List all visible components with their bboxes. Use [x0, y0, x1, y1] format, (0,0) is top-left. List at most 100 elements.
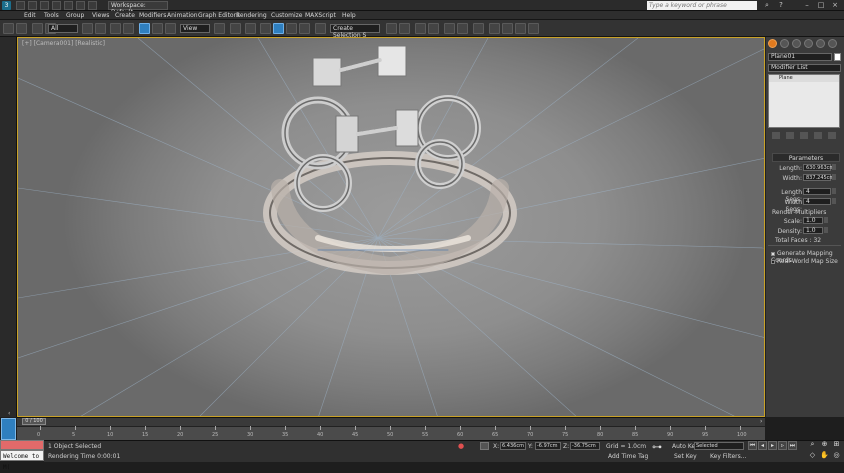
- menu-rendering[interactable]: Rendering: [236, 11, 267, 20]
- width-segs-input[interactable]: 4: [803, 198, 831, 205]
- real-world-checkbox[interactable]: Real-World Map Size: [771, 258, 838, 265]
- add-time-tag[interactable]: Add Time Tag: [608, 453, 648, 460]
- configure-sets-icon[interactable]: [828, 132, 836, 139]
- menu-group[interactable]: Group: [66, 11, 84, 20]
- select-by-name-icon[interactable]: [95, 23, 106, 34]
- redo-icon[interactable]: [64, 1, 73, 10]
- menu-create[interactable]: Create: [115, 11, 135, 20]
- length-segs-input[interactable]: 4: [803, 188, 831, 195]
- pivot-center-icon[interactable]: [214, 23, 225, 34]
- menu-help[interactable]: Help: [342, 11, 356, 20]
- remove-modifier-icon[interactable]: [814, 132, 822, 139]
- maxscript-output-field[interactable]: [0, 440, 44, 450]
- snaps-toggle-icon[interactable]: [260, 23, 271, 34]
- menu-edit[interactable]: Edit: [24, 11, 36, 20]
- checkbox-box[interactable]: [771, 251, 775, 256]
- select-rotate-icon[interactable]: [152, 23, 163, 34]
- key-filters-button[interactable]: Key Filters...: [710, 453, 747, 460]
- window-crossing-icon[interactable]: [123, 23, 134, 34]
- named-selection-set-input[interactable]: Create Selection S: [330, 24, 380, 39]
- width-segs-spinner[interactable]: [832, 198, 836, 204]
- dropdown-icon[interactable]: [88, 1, 97, 10]
- close-button[interactable]: ×: [828, 0, 842, 10]
- time-slider-track[interactable]: [17, 417, 765, 426]
- set-key-button[interactable]: Set Key: [674, 453, 697, 460]
- maxscript-listener-button[interactable]: [1, 418, 16, 440]
- workspace-select[interactable]: Workspace: Default: [108, 1, 168, 16]
- menu-tools[interactable]: Tools: [44, 11, 59, 20]
- slider-next-icon[interactable]: ›: [760, 418, 762, 425]
- percent-snap-icon[interactable]: [286, 23, 297, 34]
- menu-animation[interactable]: Animation: [167, 11, 198, 20]
- menu-maxscript[interactable]: MAXScript: [305, 11, 336, 20]
- new-file-icon[interactable]: [16, 1, 25, 10]
- menu-views[interactable]: Views: [92, 11, 109, 20]
- rect-selection-icon[interactable]: [110, 23, 121, 34]
- save-file-icon[interactable]: [40, 1, 49, 10]
- create-tab-icon[interactable]: [768, 39, 777, 48]
- key-mode-icon[interactable]: ⊶: [652, 442, 666, 456]
- width-spinner[interactable]: [832, 174, 836, 180]
- zoom-icon[interactable]: ⌕: [808, 440, 817, 449]
- layer-manager-icon[interactable]: [415, 23, 426, 34]
- utilities-tab-icon[interactable]: [828, 39, 837, 48]
- scale-input[interactable]: 1.0: [803, 217, 823, 224]
- render-setup-icon[interactable]: [489, 23, 500, 34]
- zoom-extents-icon[interactable]: ⊞: [832, 440, 841, 449]
- keyboard-shortcut-icon[interactable]: [245, 23, 256, 34]
- rendered-frame-icon[interactable]: [502, 23, 513, 34]
- width-input[interactable]: 837.245cm: [803, 174, 834, 181]
- pan-icon[interactable]: ✋: [820, 451, 829, 460]
- play-icon[interactable]: ▸: [768, 441, 777, 450]
- undo-icon[interactable]: [52, 1, 61, 10]
- z-coord-input[interactable]: -36.75cm: [570, 442, 600, 450]
- curve-editor-icon[interactable]: [444, 23, 455, 34]
- orbit-icon[interactable]: ◎: [832, 451, 841, 460]
- scale-spinner[interactable]: [824, 217, 828, 223]
- menu-modifiers[interactable]: Modifiers: [139, 11, 166, 20]
- motion-tab-icon[interactable]: [804, 39, 813, 48]
- absolute-mode-icon[interactable]: [480, 442, 489, 450]
- make-unique-icon[interactable]: [800, 132, 808, 139]
- zoom-all-icon[interactable]: ⊕: [820, 440, 829, 449]
- mirror-icon[interactable]: [386, 23, 397, 34]
- checkbox-box[interactable]: [771, 259, 775, 264]
- search-icon[interactable]: ⌕: [760, 0, 774, 10]
- menu-graph-editors[interactable]: Graph Editors: [198, 11, 239, 20]
- previous-frame-icon[interactable]: ◂: [758, 441, 767, 450]
- angle-snap-icon[interactable]: [273, 23, 284, 34]
- modify-tab-icon[interactable]: [780, 39, 789, 48]
- reference-coord-select[interactable]: View: [180, 24, 210, 33]
- search-input[interactable]: Type a keyword or phrase: [647, 1, 757, 10]
- redo-toolbar-icon[interactable]: [16, 23, 27, 34]
- display-tab-icon[interactable]: [816, 39, 825, 48]
- go-to-end-icon[interactable]: ⏭: [788, 441, 797, 450]
- select-manipulate-icon[interactable]: [230, 23, 241, 34]
- lock-selection-icon[interactable]: ●: [458, 442, 466, 450]
- menu-customize[interactable]: Customize: [271, 11, 303, 20]
- help-icon[interactable]: ?: [774, 0, 788, 10]
- select-move-icon[interactable]: [139, 23, 150, 34]
- slider-prev-icon[interactable]: ‹: [8, 410, 10, 417]
- maxscript-input-field[interactable]: Welcome to M(: [0, 450, 44, 471]
- stack-item-plane[interactable]: Plane: [769, 75, 839, 82]
- render-production-icon[interactable]: [515, 23, 526, 34]
- select-link-icon[interactable]: [32, 23, 43, 34]
- show-end-result-icon[interactable]: [786, 132, 794, 139]
- spinner-snap-icon[interactable]: [299, 23, 310, 34]
- modifier-list-select[interactable]: Modifier List: [768, 64, 841, 72]
- project-folder-icon[interactable]: [76, 1, 85, 10]
- next-frame-icon[interactable]: ▹: [778, 441, 787, 450]
- camera-viewport[interactable]: [+] [Camera001] [Realistic]: [17, 37, 765, 417]
- undo-toolbar-icon[interactable]: [3, 23, 14, 34]
- object-name-input[interactable]: Plane01: [768, 53, 832, 61]
- density-input[interactable]: 1.0: [803, 227, 823, 234]
- viewport-label[interactable]: [+] [Camera001] [Realistic]: [22, 40, 105, 47]
- edit-named-sel-icon[interactable]: [315, 23, 326, 34]
- key-set-select[interactable]: Selected: [694, 442, 744, 450]
- go-to-start-icon[interactable]: ⏮: [748, 441, 757, 450]
- graphite-toggle-icon[interactable]: [428, 23, 439, 34]
- app-logo-icon[interactable]: 3: [2, 1, 11, 10]
- time-slider-handle[interactable]: 0 / 100: [22, 418, 46, 425]
- render-iterative-icon[interactable]: [528, 23, 539, 34]
